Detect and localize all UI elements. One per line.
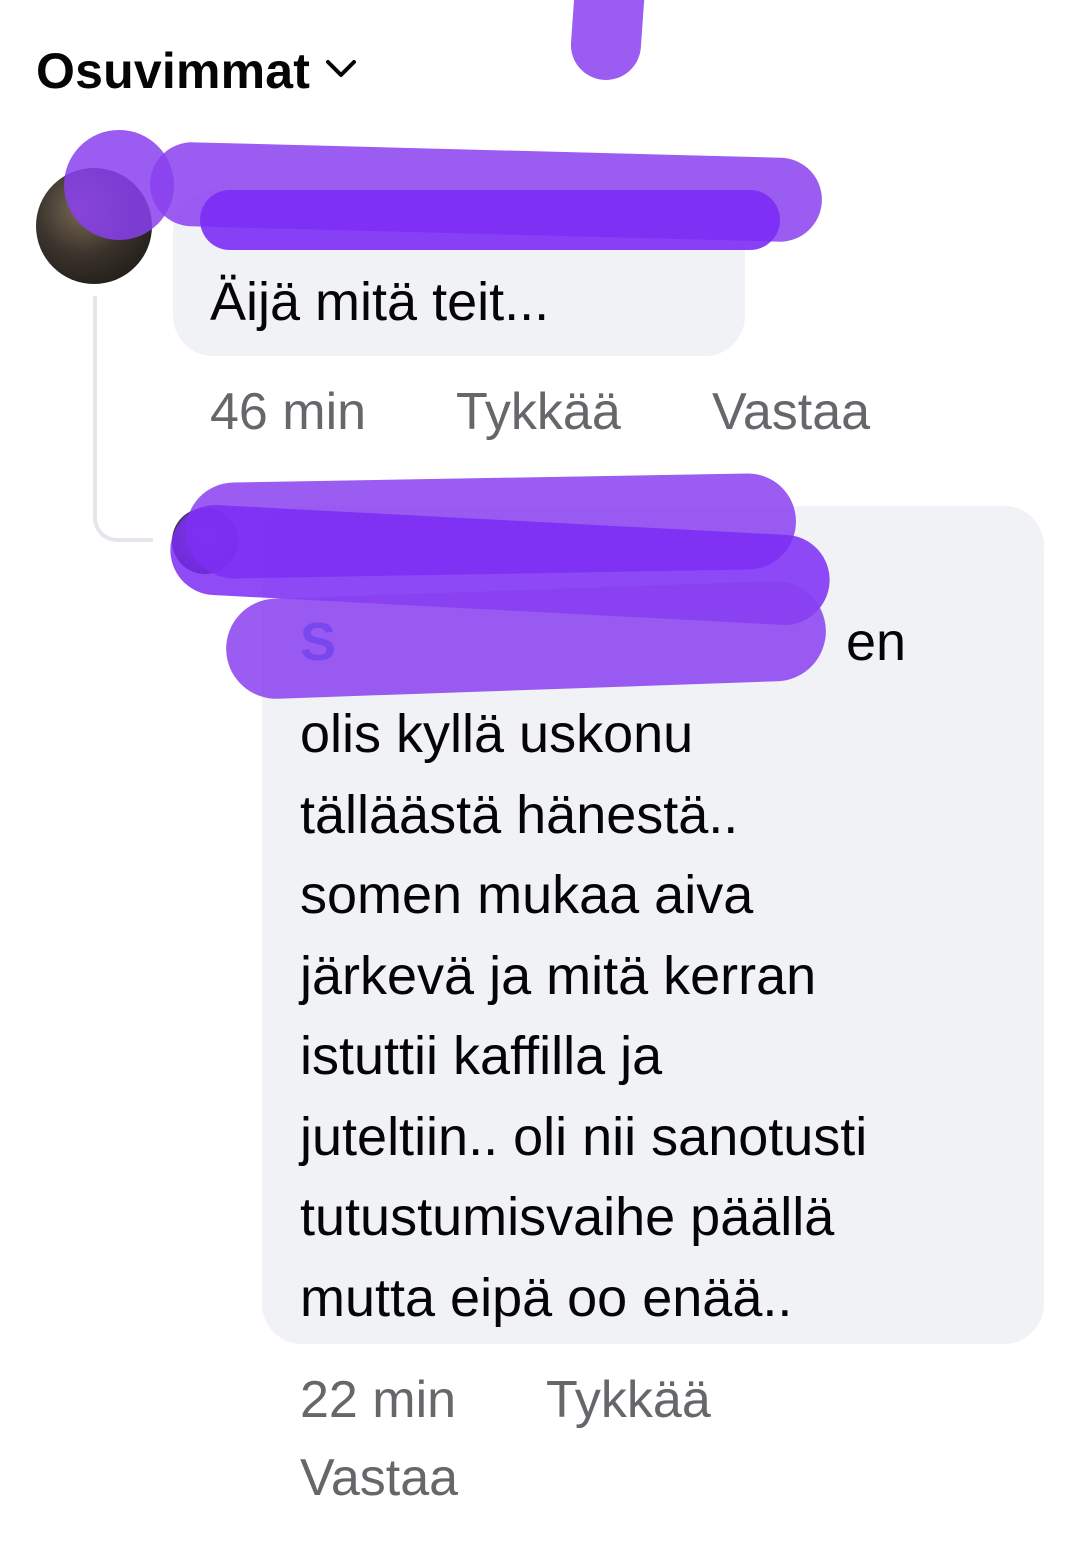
reply-thread-line: [93, 296, 153, 542]
reply-button[interactable]: Vastaa: [300, 1448, 458, 1508]
sort-label: Osuvimmat: [36, 43, 311, 99]
redaction-scribble: [200, 190, 780, 250]
reply-text-line: tälläästä hänestä..: [300, 784, 739, 845]
reply-text-line: olis kyllä uskonu: [300, 704, 694, 764]
comment-text: Äijä mitä teit...: [210, 272, 550, 332]
reply-text-line: somen mukaa aiva: [300, 865, 754, 925]
like-button[interactable]: Tykkää: [456, 382, 621, 442]
reply-text-line: juteltiin.. oli nii sanotusti: [300, 1106, 868, 1167]
reply-text-line: istuttii kaffilla ja: [300, 1026, 663, 1086]
sort-dropdown[interactable]: Osuvimmat: [36, 42, 358, 100]
like-button[interactable]: Tykkää: [546, 1370, 711, 1430]
reply-text-line: mutta eipä oo enää..: [300, 1267, 793, 1328]
reply-button[interactable]: Vastaa: [712, 382, 870, 442]
redaction-scribble: [224, 579, 828, 701]
comments-section: Osuvimmat Äijä mitä teit... 46 min Tykkä…: [0, 0, 1080, 1568]
reply-timestamp[interactable]: 22 min: [300, 1370, 456, 1430]
reply-text-line: järkevä ja mitä kerran: [300, 945, 817, 1006]
chevron-down-icon: [324, 58, 358, 85]
reply-text-line: tutustumisvaihe päällä: [300, 1187, 835, 1247]
comment-timestamp[interactable]: 46 min: [210, 382, 366, 442]
reply-text: olis kyllä uskonu tälläästä hänestä.. so…: [300, 694, 867, 1338]
reply-text-first-line: en: [846, 612, 907, 672]
redaction-scribble: [568, 0, 646, 83]
